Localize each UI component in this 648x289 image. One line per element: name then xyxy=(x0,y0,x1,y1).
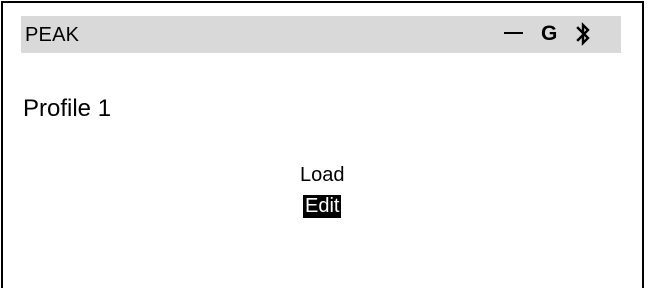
menu-item-edit[interactable]: Edit xyxy=(303,195,342,218)
profile-title: Profile 1 xyxy=(23,95,112,122)
status-title: PEAK xyxy=(25,24,80,46)
bluetooth-icon xyxy=(576,22,590,46)
menu-item-load[interactable]: Load xyxy=(300,164,345,187)
dash-icon xyxy=(504,32,523,34)
g-icon: G xyxy=(541,22,558,45)
status-bar: PEAK G xyxy=(21,16,621,53)
device-screen: PEAK G Profile 1 Load Edit xyxy=(1,1,644,288)
status-icons: G xyxy=(501,16,621,53)
